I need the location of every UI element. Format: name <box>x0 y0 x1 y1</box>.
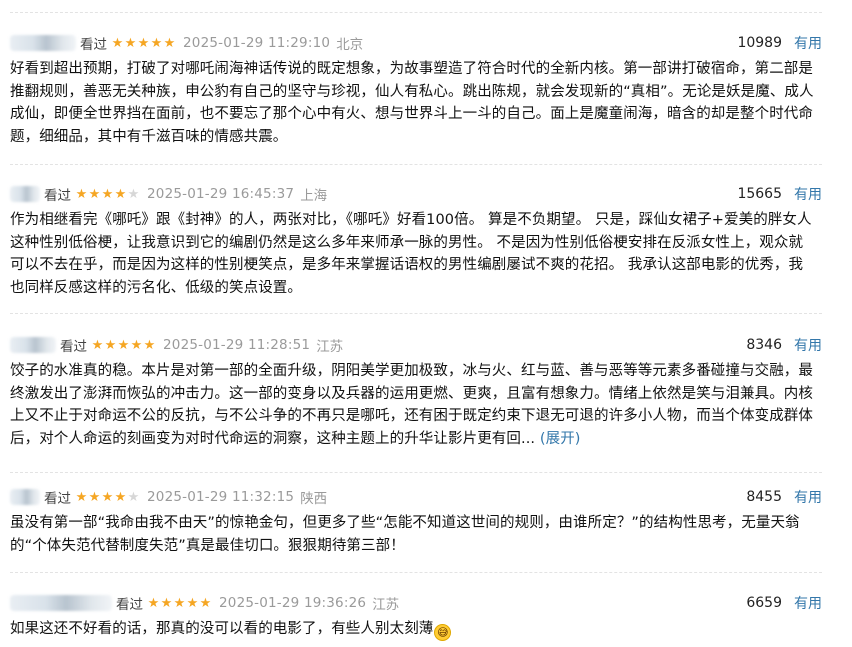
review-time: 2025-01-29 16:45:37 <box>147 186 295 202</box>
review-meta: 看过 ★ ★ ★ ★ ★ 2025-01-29 11:32:15 陕西 <box>10 487 327 507</box>
review-text: 如果这还不好看的话，那真的没可以看的电影了，有些人别太刻薄 😅 <box>10 618 815 641</box>
useful-count: 10989 <box>737 35 782 51</box>
divider <box>10 572 822 573</box>
star-filled-icon: ★ <box>104 337 117 353</box>
star-filled-icon: ★ <box>101 489 114 505</box>
review-time: 2025-01-29 11:32:15 <box>147 489 295 505</box>
star-filled-icon: ★ <box>114 186 127 202</box>
star-empty-icon: ★ <box>127 489 140 505</box>
star-filled-icon: ★ <box>117 337 130 353</box>
seen-label: 看过 <box>60 339 87 355</box>
blurred-username[interactable] <box>10 35 76 51</box>
blurred-username[interactable] <box>10 489 40 505</box>
review-meta: 看过 ★ ★ ★ ★ ★ 2025-01-29 11:29:10 北京 <box>10 33 363 53</box>
useful-count: 15665 <box>737 186 782 202</box>
star-filled-icon: ★ <box>101 186 114 202</box>
star-filled-icon: ★ <box>114 489 127 505</box>
review-text-content: 作为相继看完《哪吒》跟《封神》的人，两张对比，《哪吒》好看100倍。 算是不负期… <box>10 212 812 296</box>
review-meta: 看过 ★ ★ ★ ★ ★ 2025-01-29 11:28:51 江苏 <box>10 335 343 355</box>
star-empty-icon: ★ <box>127 186 140 202</box>
review-text-content: 好看到超出预期，打破了对哪吒闹海神话传说的既定想象，为故事塑造了符合时代的全新内… <box>10 61 814 145</box>
star-filled-icon: ★ <box>124 35 137 51</box>
review-time: 2025-01-29 19:36:26 <box>219 595 367 611</box>
review-time: 2025-01-29 11:28:51 <box>163 337 311 353</box>
star-filled-icon: ★ <box>111 35 124 51</box>
star-filled-icon: ★ <box>173 595 186 611</box>
star-rating: ★ ★ ★ ★ ★ <box>75 491 140 504</box>
useful-count: 8455 <box>746 489 782 505</box>
star-filled-icon: ★ <box>75 489 88 505</box>
useful-button[interactable]: 有用 <box>794 184 822 204</box>
star-filled-icon: ★ <box>143 337 156 353</box>
useful-count: 8346 <box>746 337 782 353</box>
star-filled-icon: ★ <box>75 186 88 202</box>
review-list: 看过 ★ ★ ★ ★ ★ 2025-01-29 11:29:10 北京 10989 有用… <box>0 0 852 647</box>
review-meta: 看过 ★ ★ ★ ★ ★ 2025-01-29 19:36:26 江苏 <box>10 593 399 613</box>
divider <box>10 164 822 165</box>
seen-label: 看过 <box>80 37 107 53</box>
useful-button[interactable]: 有用 <box>794 33 822 53</box>
review-location: 北京 <box>336 37 364 53</box>
seen-label: 看过 <box>44 491 71 507</box>
review-meta: 看过 ★ ★ ★ ★ ★ 2025-01-29 16:45:37 上海 <box>10 184 327 204</box>
review-text: 作为相继看完《哪吒》跟《封神》的人，两张对比，《哪吒》好看100倍。 算是不负期… <box>10 209 815 299</box>
useful-button[interactable]: 有用 <box>794 335 822 355</box>
review-item: 看过 ★ ★ ★ ★ ★ 2025-01-29 16:45:37 上海 15665 有用… <box>0 184 852 314</box>
seen-label: 看过 <box>116 597 143 613</box>
useful-count: 6659 <box>746 595 782 611</box>
star-filled-icon: ★ <box>147 595 160 611</box>
star-filled-icon: ★ <box>163 35 176 51</box>
star-filled-icon: ★ <box>137 35 150 51</box>
blurred-username[interactable] <box>10 595 112 611</box>
review-item: 看过 ★ ★ ★ ★ ★ 2025-01-29 19:36:26 江苏 6659 有用 … <box>0 593 852 647</box>
review-text: 虽没有第一部“我命由我不由天”的惊艳金句，但更多了些“怎能不知道这世间的规则，由… <box>10 512 815 557</box>
star-filled-icon: ★ <box>88 186 101 202</box>
review-item: 看过 ★ ★ ★ ★ ★ 2025-01-29 11:29:10 北京 10989 有用… <box>0 33 852 165</box>
review-text-content: 饺子的水准真的稳。本片是对第一部的全面升级，阴阳美学更加极致，冰与火、红与蓝、善… <box>10 363 813 447</box>
blurred-username[interactable] <box>10 186 40 202</box>
review-location: 陕西 <box>300 491 328 507</box>
review-location: 江苏 <box>372 597 400 613</box>
star-filled-icon: ★ <box>199 595 212 611</box>
divider <box>10 12 822 13</box>
seen-label: 看过 <box>44 188 71 204</box>
review-text-content: 如果这还不好看的话，那真的没可以看的电影了，有些人别太刻薄 <box>10 621 434 637</box>
star-rating: ★ ★ ★ ★ ★ <box>75 188 140 201</box>
expand-link[interactable]: (展开) <box>540 431 581 447</box>
useful-button[interactable]: 有用 <box>794 487 822 507</box>
review-text-content: 虽没有第一部“我命由我不由天”的惊艳金句，但更多了些“怎能不知道这世间的规则，由… <box>10 515 800 554</box>
star-filled-icon: ★ <box>88 489 101 505</box>
divider <box>10 472 822 473</box>
star-filled-icon: ★ <box>150 35 163 51</box>
useful-button[interactable]: 有用 <box>794 593 822 613</box>
review-text: 饺子的水准真的稳。本片是对第一部的全面升级，阴阳美学更加极致，冰与火、红与蓝、善… <box>10 360 815 450</box>
star-filled-icon: ★ <box>186 595 199 611</box>
review-time: 2025-01-29 11:29:10 <box>183 35 331 51</box>
review-text: 好看到超出预期，打破了对哪吒闹海神话传说的既定想象，为故事塑造了符合时代的全新内… <box>10 58 815 148</box>
star-rating: ★ ★ ★ ★ ★ <box>111 37 176 50</box>
review-item: 看过 ★ ★ ★ ★ ★ 2025-01-29 11:28:51 江苏 8346 有用 … <box>0 335 852 473</box>
star-filled-icon: ★ <box>91 337 104 353</box>
star-filled-icon: ★ <box>160 595 173 611</box>
star-filled-icon: ★ <box>130 337 143 353</box>
review-location: 上海 <box>300 188 328 204</box>
star-rating: ★ ★ ★ ★ ★ <box>91 339 156 352</box>
sweat-smile-emoji-icon: 😅 <box>434 624 452 641</box>
divider <box>10 313 822 314</box>
blurred-username[interactable] <box>10 337 56 353</box>
review-location: 江苏 <box>316 339 344 355</box>
star-rating: ★ ★ ★ ★ ★ <box>147 597 212 610</box>
review-item: 看过 ★ ★ ★ ★ ★ 2025-01-29 11:32:15 陕西 8455 有用 … <box>0 487 852 573</box>
